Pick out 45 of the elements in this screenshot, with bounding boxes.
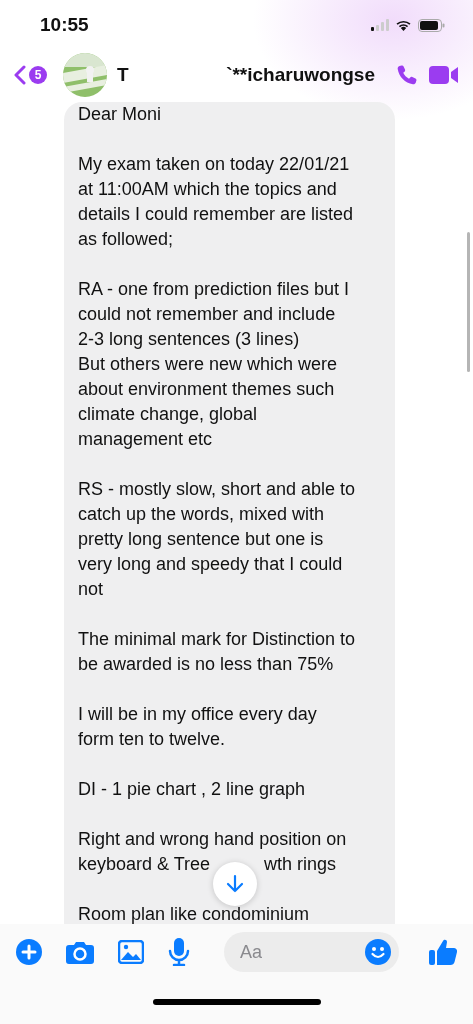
image-icon[interactable] xyxy=(118,940,144,964)
microphone-icon[interactable] xyxy=(168,938,190,966)
signal-icon xyxy=(371,19,389,31)
message-text: keyboard & Tree xyxy=(78,853,211,876)
message-text: catch up the words, mixed with xyxy=(78,503,326,526)
plus-icon[interactable] xyxy=(16,939,42,965)
message-text: wth rings xyxy=(264,853,337,876)
status-time: 10:55 xyxy=(40,14,89,36)
avatar[interactable] xyxy=(63,53,107,97)
message-text: DI - 1 pie chart , 2 line graph xyxy=(78,778,307,801)
unread-badge: 5 xyxy=(29,66,47,84)
message-text: 2-3 long sentences (3 lines) xyxy=(78,328,301,351)
message-text: The minimal mark for Distinction to xyxy=(78,628,357,651)
message-input[interactable]: Aa xyxy=(224,932,399,972)
message-text: not xyxy=(78,578,105,601)
thumbs-up-icon[interactable] xyxy=(429,938,457,966)
message-text: about environment themes such xyxy=(78,378,336,401)
contact-name: T xyxy=(117,64,129,86)
message-text: Right and wrong hand position on xyxy=(78,828,348,851)
message-text: But others were new which were xyxy=(78,353,339,376)
message-text: pretty long sentence but one is xyxy=(78,528,325,551)
message-text: at 11:00AM which the topics and xyxy=(78,178,338,201)
video-call-icon[interactable] xyxy=(429,65,459,85)
message-text: RA - one from prediction files but I xyxy=(78,278,351,301)
message-text: My exam taken on today 22/01/21 xyxy=(78,153,351,176)
message-text: as followed; xyxy=(78,228,175,251)
message-text: could not remember and include xyxy=(78,303,337,326)
message-text: very long and speedy that I could xyxy=(78,553,344,576)
phone-icon[interactable] xyxy=(395,63,419,87)
wifi-icon xyxy=(395,19,412,31)
message-text: climate change, global xyxy=(78,403,259,426)
camera-icon[interactable] xyxy=(66,940,94,964)
battery-icon xyxy=(418,18,445,32)
message-text: Room plan like condominium xyxy=(78,903,311,924)
emoji-icon[interactable] xyxy=(365,939,391,965)
message-text: details I could remember are listed xyxy=(78,203,355,226)
back-icon[interactable] xyxy=(14,65,26,85)
message-text: management etc xyxy=(78,428,214,451)
arrow-down-icon xyxy=(226,874,244,894)
contact-name: `**icharuwongse xyxy=(226,64,375,86)
message-text: I will be in my office every day xyxy=(78,703,318,726)
message-text: be awarded is no less than 75% xyxy=(78,653,335,676)
message-text: form ten to twelve. xyxy=(78,728,227,751)
message-text: Dear Moni xyxy=(78,103,163,126)
message-text: RS - mostly slow, short and able to xyxy=(78,478,357,501)
